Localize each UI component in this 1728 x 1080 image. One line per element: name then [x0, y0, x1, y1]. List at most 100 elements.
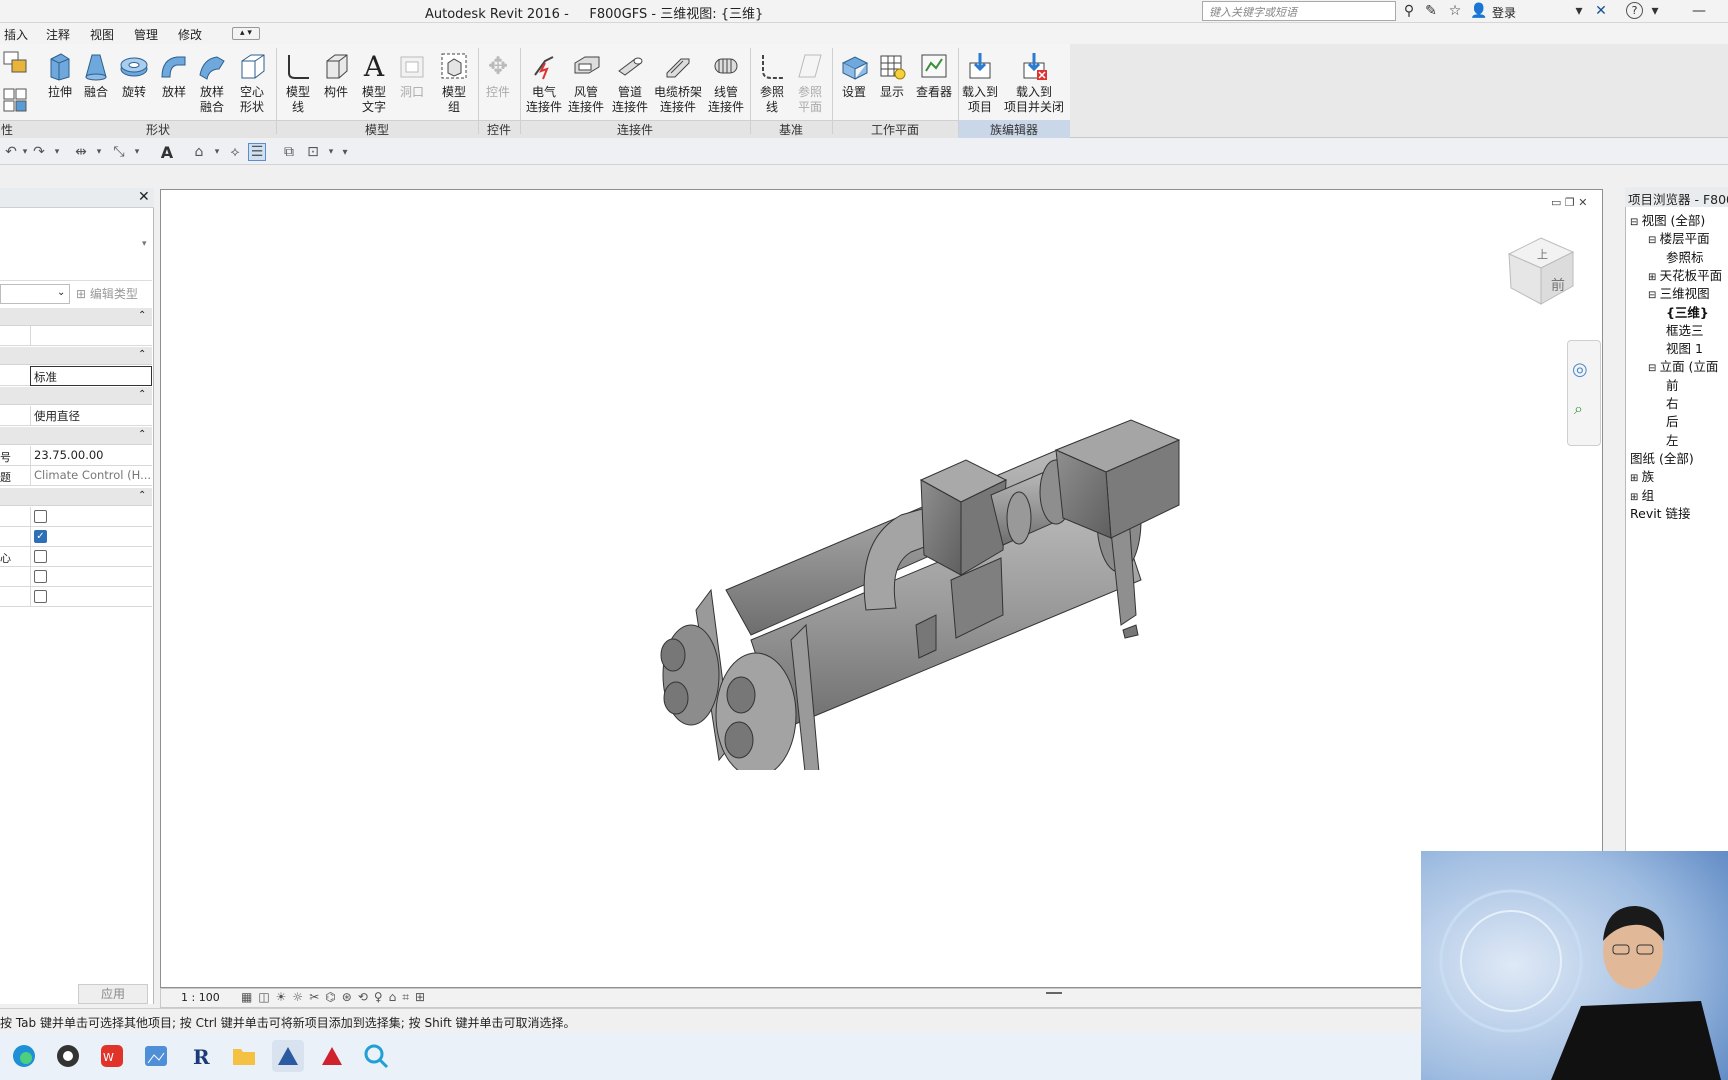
collapse-icon[interactable]: ⌃	[138, 490, 146, 501]
edit-type-button[interactable]: ⊞ 编辑类型	[76, 285, 138, 302]
property-group-header[interactable]: ⌃	[0, 427, 152, 445]
wps-icon[interactable]: W	[96, 1040, 128, 1072]
expand-icon[interactable]: ⊞	[1648, 272, 1660, 283]
show-work-plane-button[interactable]: 显示	[876, 50, 908, 100]
redo-icon[interactable]: ↷	[30, 143, 48, 161]
obs-icon[interactable]	[52, 1040, 84, 1072]
browser-tree-item[interactable]: ⊞ 组	[1630, 485, 1654, 504]
checkbox-5[interactable]	[34, 590, 47, 603]
view-scale[interactable]: 1 : 100	[181, 991, 220, 1004]
panel-label-datum[interactable]: 基准	[751, 121, 831, 138]
property-group-header[interactable]: ⌃	[0, 387, 152, 405]
revit-icon[interactable]: R	[184, 1040, 216, 1072]
browser-tree-item[interactable]: ⊞ 天花板平面	[1648, 265, 1722, 284]
menu-view[interactable]: 视图	[90, 26, 114, 43]
drawing-area[interactable]: ▭ ❐ ✕ 上 前 ◎ ⌕	[160, 189, 1603, 988]
browser-tree-item[interactable]: 图纸 (全部)	[1630, 448, 1694, 467]
standard-field[interactable]: 标准	[30, 366, 152, 386]
view-dropdown-icon[interactable]: ▾	[208, 143, 226, 161]
subscription-icon[interactable]: ✎	[1422, 2, 1440, 20]
checkbox-2[interactable]: ✓	[34, 530, 47, 543]
default-3d-view-icon[interactable]: ⌂	[190, 143, 208, 161]
browser-tree-item[interactable]: ⊟ 视图 (全部)	[1630, 210, 1705, 229]
switch-windows-icon[interactable]: ⊡	[304, 143, 322, 161]
panel-label-connectors[interactable]: 连接件	[521, 121, 749, 138]
search-app-icon[interactable]	[360, 1040, 392, 1072]
work-plane-viewer-button[interactable]: 查看器	[914, 50, 954, 100]
use-diameter-field[interactable]: 使用直径	[30, 406, 152, 426]
collapse-icon[interactable]: ⌃	[138, 429, 146, 440]
collapse-icon[interactable]: ⊟	[1648, 363, 1660, 374]
checkbox-4[interactable]	[34, 570, 47, 583]
minimize-view-icon[interactable]: ▭	[1551, 196, 1561, 209]
binoculars-icon[interactable]: ⚲	[1400, 2, 1418, 20]
panel-label-controls[interactable]: 控件	[479, 121, 519, 138]
browser-tree-item[interactable]: ⊞ 族	[1630, 466, 1654, 485]
view-control-icons[interactable]: ▦◫☀☼✂⌬⊛⟲♀⌂⌗⊞	[241, 990, 431, 1005]
panel-label-work-plane[interactable]: 工作平面	[833, 121, 957, 138]
browser-tree-item[interactable]: ⊟ 立面 (立面	[1648, 356, 1718, 375]
collapse-icon[interactable]: ⊟	[1648, 235, 1660, 246]
collapse-icon[interactable]: ⌃	[138, 389, 146, 400]
help-dropdown-icon[interactable]: ▾	[1646, 2, 1664, 20]
user-icon[interactable]: 👤	[1470, 2, 1488, 20]
set-work-plane-button[interactable]: 设置	[838, 50, 870, 100]
text-icon[interactable]: A	[158, 143, 176, 162]
property-value[interactable]	[30, 326, 152, 346]
expand-icon[interactable]: ⊞	[1630, 492, 1642, 503]
panel-label-family-editor[interactable]: 族编辑器	[959, 121, 1069, 138]
property-group-header[interactable]: ⌃	[0, 488, 152, 506]
opening-button[interactable]: 洞口	[396, 50, 428, 100]
browser-tree-item[interactable]: 左	[1666, 430, 1679, 449]
revit-active-icon[interactable]	[272, 1040, 304, 1072]
void-forms-button[interactable]: 空心 形状	[236, 50, 268, 115]
browser-tree-item[interactable]: ⊟ 三维视图	[1648, 283, 1710, 302]
load-into-project-button[interactable]: 载入到 项目	[960, 50, 1000, 115]
help-icon[interactable]: ?	[1626, 2, 1643, 19]
property-group-header[interactable]: ⌃	[0, 308, 152, 326]
menu-insert[interactable]: 插入	[4, 26, 28, 43]
browser-tree-item[interactable]: Revit 链接	[1630, 503, 1691, 522]
dropdown-arrow-icon[interactable]: ▾	[1570, 2, 1588, 20]
redo-dropdown-icon[interactable]: ▾	[48, 143, 66, 161]
instance-filter-dropdown[interactable]: ⌄	[0, 284, 70, 304]
revolve-button[interactable]: 旋转	[118, 50, 150, 100]
browser-tree-item[interactable]: 视图 1	[1666, 338, 1703, 357]
control-button[interactable]: ✥ 控件	[482, 50, 514, 100]
browser-tree-item[interactable]: 参照标	[1666, 247, 1704, 266]
component-button[interactable]: 构件	[320, 50, 352, 100]
sweep-button[interactable]: 放样	[158, 50, 190, 100]
edge-icon[interactable]	[8, 1040, 40, 1072]
conduit-connector-button[interactable]: 线管 连接件	[706, 50, 746, 115]
omniclass-number-field[interactable]: 23.75.00.00	[30, 446, 152, 466]
property-group-header[interactable]: ⌃	[0, 347, 152, 365]
restore-view-icon[interactable]: ❐	[1565, 196, 1575, 209]
image-viewer-icon[interactable]	[140, 1040, 172, 1072]
load-into-project-close-button[interactable]: 载入到 项目并关闭	[1002, 50, 1066, 115]
browser-tree-item[interactable]: ⊟ 楼层平面	[1648, 228, 1710, 247]
minimize-window-icon[interactable]: —	[1690, 2, 1708, 20]
swept-blend-button[interactable]: 放样 融合	[196, 50, 228, 115]
checkbox-3[interactable]	[34, 550, 47, 563]
close-hidden-windows-icon[interactable]: ⧉	[280, 143, 298, 161]
file-explorer-icon[interactable]	[228, 1040, 260, 1072]
favorites-star-icon[interactable]: ☆	[1446, 2, 1464, 20]
browser-tree-item[interactable]: 后	[1666, 411, 1679, 430]
browser-tree-item[interactable]: {三维}	[1666, 302, 1709, 321]
collapse-icon[interactable]: ⌃	[138, 310, 146, 321]
collapse-icon[interactable]: ⊟	[1630, 217, 1642, 228]
electrical-connector-button[interactable]: 电气 连接件	[524, 50, 564, 115]
reference-line-button[interactable]: 参照 线	[756, 50, 788, 115]
checkbox-1[interactable]	[34, 510, 47, 523]
steering-wheel-icon[interactable]: ◎	[1572, 359, 1588, 380]
zoom-icon[interactable]: ⌕	[1574, 399, 1583, 419]
model-group-button[interactable]: 模型 组	[438, 50, 470, 115]
customize-qat-icon[interactable]: ▾	[336, 143, 354, 161]
exchange-apps-icon[interactable]: ✕	[1592, 2, 1610, 20]
viewcube[interactable]: 上 前	[1501, 230, 1581, 310]
expand-icon[interactable]: ⊞	[1630, 473, 1642, 484]
ribbon-minimize-toggle[interactable]: ▴ ▾	[232, 27, 260, 40]
type-selector[interactable]: ▾	[0, 209, 152, 281]
model-text-button[interactable]: A 模型 文字	[358, 50, 390, 115]
section-icon[interactable]: ⟡	[226, 143, 244, 161]
